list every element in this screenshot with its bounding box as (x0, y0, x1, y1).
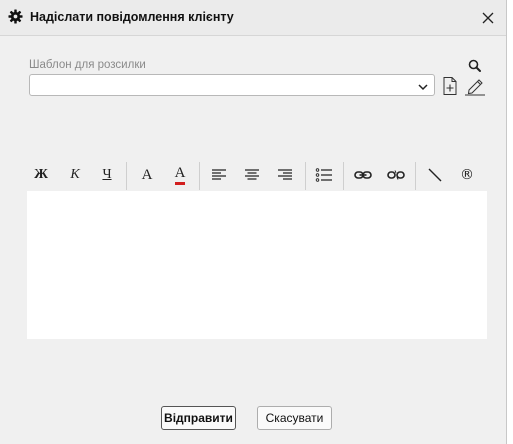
toolbar-divider (343, 162, 344, 190)
gear-icon (8, 9, 23, 24)
align-center-icon[interactable] (240, 164, 264, 186)
registered-sign-label: ® (460, 167, 474, 183)
dialog-titlebar: Надіслати повідомлення клієнту (0, 0, 506, 36)
align-left-icon[interactable] (207, 164, 231, 186)
registered-sign-icon[interactable]: ® (455, 164, 479, 186)
align-right-icon[interactable] (273, 164, 297, 186)
unlink-icon[interactable] (384, 164, 408, 186)
send-button[interactable]: Відправити (161, 406, 236, 430)
bold-button[interactable]: Ж (29, 164, 53, 186)
link-icon[interactable] (351, 164, 375, 186)
close-icon[interactable] (478, 8, 498, 28)
italic-label: К (70, 167, 80, 182)
pencil-icon[interactable] (464, 76, 486, 96)
bullet-list-icon[interactable] (312, 164, 336, 186)
dialog-title: Надіслати повідомлення клієнту (30, 10, 234, 24)
editor-toolbar: Ж К Ч A A ® (27, 160, 487, 190)
underline-label: Ч (102, 167, 112, 182)
cancel-button[interactable]: Скасувати (257, 406, 332, 430)
toolbar-divider (415, 162, 416, 190)
template-label: Шаблон для розсилки (29, 59, 146, 71)
add-document-icon[interactable] (441, 76, 459, 96)
font-button[interactable]: A (135, 164, 159, 186)
chevron-down-icon (417, 81, 429, 91)
bold-label: Ж (34, 167, 48, 182)
italic-button[interactable]: К (63, 164, 87, 186)
underline-button[interactable]: Ч (95, 164, 119, 186)
horizontal-rule-icon[interactable] (423, 164, 447, 186)
message-editor[interactable] (27, 191, 487, 339)
send-message-dialog: Надіслати повідомлення клієнту Шаблон дл… (0, 0, 507, 444)
search-icon[interactable] (467, 59, 483, 73)
toolbar-divider (126, 162, 127, 190)
font-color-label: A (174, 165, 186, 185)
toolbar-divider (305, 162, 306, 190)
font-label: A (141, 166, 153, 183)
toolbar-divider (199, 162, 200, 190)
template-select[interactable] (29, 74, 435, 96)
font-color-button[interactable]: A (168, 164, 192, 186)
